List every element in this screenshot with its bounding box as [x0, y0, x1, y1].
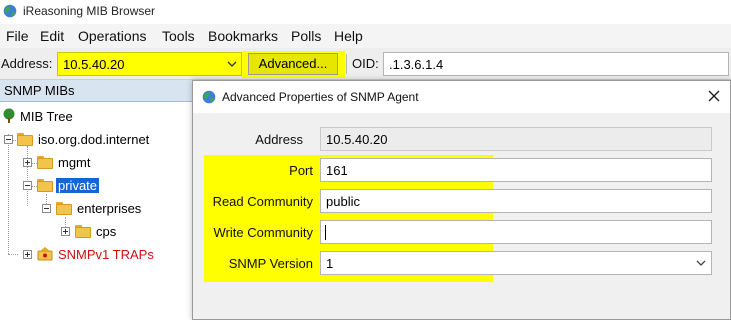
- read-community-label: Read Community: [212, 194, 313, 209]
- expand-icon[interactable]: [23, 158, 32, 167]
- port-value: 161: [326, 163, 348, 178]
- folder-icon: [37, 156, 53, 169]
- menu-bookmarks[interactable]: Bookmarks: [208, 28, 278, 44]
- address-combobox[interactable]: 10.5.40.20: [57, 52, 242, 76]
- globe-icon: [3, 4, 17, 18]
- oid-label: OID:: [352, 56, 379, 71]
- menu-help[interactable]: Help: [334, 28, 363, 44]
- mib-tree-panel: SNMP MIBs MIB Tree iso.org.dod.internet …: [0, 80, 193, 320]
- read-community-value: public: [326, 194, 360, 209]
- menu-polls[interactable]: Polls: [291, 28, 321, 44]
- tree-item-enterprises[interactable]: enterprises: [0, 199, 190, 219]
- menu-edit[interactable]: Edit: [40, 28, 64, 44]
- agent-address-value: 10.5.40.20: [326, 132, 388, 147]
- port-field[interactable]: 161: [320, 158, 712, 182]
- dialog-title: Advanced Properties of SNMP Agent: [222, 90, 419, 104]
- tree-label-traps: SNMPv1 TRAPs: [58, 247, 154, 262]
- tree-item-mgmt[interactable]: mgmt: [0, 153, 190, 173]
- tree-item-traps[interactable]: SNMPv1 TRAPs: [0, 245, 190, 265]
- write-community-label: Write Community: [213, 225, 313, 240]
- collapse-icon[interactable]: [23, 181, 32, 190]
- tree-label-internet: iso.org.dod.internet: [38, 132, 150, 147]
- menu-bar: File Edit Operations Tools Bookmarks Pol…: [0, 24, 731, 48]
- tree-label-cps: cps: [96, 224, 117, 239]
- advanced-button[interactable]: Advanced...: [248, 53, 338, 75]
- address-field-label: Address: [255, 132, 303, 147]
- menu-operations[interactable]: Operations: [78, 28, 146, 44]
- address-label: Address:: [1, 56, 53, 71]
- advanced-properties-dialog: Advanced Properties of SNMP Agent Addres…: [192, 80, 731, 320]
- collapse-icon[interactable]: [4, 135, 13, 144]
- agent-address-field: 10.5.40.20: [320, 127, 712, 151]
- window-title: iReasoning MIB Browser: [23, 4, 156, 18]
- tree-item-root[interactable]: MIB Tree: [0, 107, 190, 127]
- tree-icon: [3, 108, 15, 123]
- window-titlebar: iReasoning MIB Browser: [0, 0, 731, 24]
- read-community-field[interactable]: public: [320, 189, 712, 213]
- folder-icon: [37, 179, 53, 192]
- close-icon[interactable]: [706, 88, 722, 104]
- tree-label-enterprises: enterprises: [77, 201, 142, 216]
- tree-item-cps[interactable]: cps: [0, 222, 190, 242]
- tree-item-internet[interactable]: iso.org.dod.internet: [0, 130, 190, 150]
- expand-icon[interactable]: [61, 227, 70, 236]
- toolbar: Address: 10.5.40.20 Advanced... OID: .1.…: [0, 48, 731, 80]
- snmp-version-value: 1: [326, 256, 334, 271]
- write-community-field[interactable]: [320, 220, 712, 244]
- menu-file[interactable]: File: [6, 28, 29, 44]
- trap-icon: [37, 247, 53, 261]
- globe-icon: [202, 90, 216, 104]
- folder-icon: [17, 133, 33, 146]
- toolbar-separator: [346, 54, 347, 74]
- address-value: 10.5.40.20: [63, 57, 125, 72]
- collapse-icon[interactable]: [42, 204, 51, 213]
- chevron-down-icon[interactable]: [695, 256, 707, 270]
- snmp-version-select[interactable]: 1: [320, 251, 712, 275]
- folder-icon: [56, 202, 72, 215]
- oid-value: .1.3.6.1.4: [389, 57, 444, 72]
- tree-item-private[interactable]: private: [0, 176, 190, 196]
- oid-field[interactable]: .1.3.6.1.4: [383, 52, 729, 76]
- menu-tools[interactable]: Tools: [162, 28, 195, 44]
- snmp-version-label: SNMP Version: [228, 256, 313, 271]
- tree-label-root: MIB Tree: [20, 109, 73, 124]
- folder-icon: [75, 225, 91, 238]
- text-caret: [325, 225, 326, 240]
- expand-icon[interactable]: [23, 250, 32, 259]
- mib-panel-header: SNMP MIBs: [0, 80, 193, 102]
- tree-label-private: private: [56, 178, 100, 193]
- mib-panel-title: SNMP MIBs: [4, 83, 75, 98]
- port-field-label: Port: [289, 163, 313, 178]
- dialog-titlebar: Advanced Properties of SNMP Agent: [193, 81, 730, 113]
- chevron-down-icon[interactable]: [225, 56, 239, 72]
- tree-label-mgmt: mgmt: [58, 155, 91, 170]
